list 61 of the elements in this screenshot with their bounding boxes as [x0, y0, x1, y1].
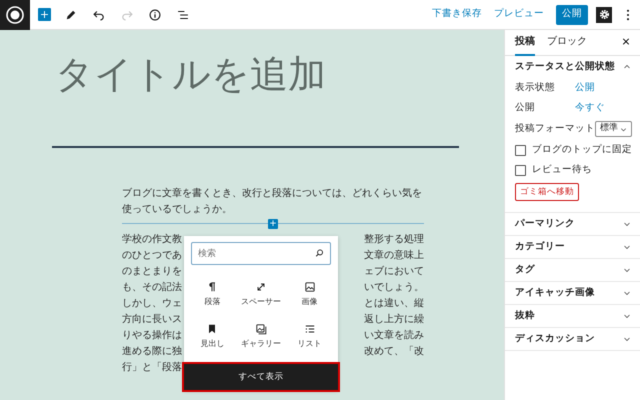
- gallery-icon: [254, 323, 267, 335]
- close-button[interactable]: ×: [618, 34, 634, 50]
- paragraph-text: 返し上方に繰: [364, 312, 424, 327]
- paragraph-text: のまとまりを: [122, 265, 182, 279]
- row-label: 表示状態: [515, 80, 556, 95]
- paragraph: ブログに文章を書くとき、改行と段落については、どれくらい気を使っているでしょうか。: [122, 186, 423, 217]
- paragraph-text: 改めて、「改: [364, 344, 424, 359]
- checkbox-label: レビュー待ち: [532, 162, 592, 177]
- value-link[interactable]: 公開: [575, 80, 595, 96]
- paragraph-text: い文章を読み: [364, 328, 424, 343]
- paragraph-text: とは違い、縦: [364, 296, 424, 311]
- title-placeholder[interactable]: タイトルを追加: [55, 50, 504, 116]
- block-item[interactable]: スペーサー: [236, 275, 286, 313]
- paragraph-text: 進める際に独: [122, 344, 182, 359]
- settings-icon[interactable]: [596, 6, 612, 22]
- link-button[interactable]: 下書き保存: [432, 7, 482, 22]
- link-button[interactable]: プレビュー: [494, 7, 544, 22]
- paragraph-text: も、その記法: [122, 280, 182, 295]
- value-link[interactable]: 今すぐ: [575, 100, 605, 116]
- checkbox[interactable]: [515, 144, 526, 156]
- paragraph-text: りやる操作は: [122, 329, 182, 343]
- paragraph-text: 整形する処理: [364, 233, 424, 247]
- browse-all-button[interactable]: すべて表示: [184, 364, 338, 390]
- block-item[interactable]: リスト: [285, 317, 334, 355]
- row-label: 公開: [515, 100, 536, 115]
- sidebar-tab[interactable]: 投稿: [515, 30, 535, 56]
- list-icon: [304, 323, 316, 335]
- trash-button[interactable]: ゴミ箱へ移動: [515, 183, 579, 201]
- add-block-button[interactable]: +: [38, 8, 51, 21]
- paragraph-text: しかし、ウェ: [122, 297, 182, 311]
- paragraph-text: 行」と「段落: [122, 360, 182, 375]
- block-item[interactable]: 見出し: [188, 317, 237, 355]
- paragraph-text: ェブにおいて: [364, 264, 424, 279]
- checkbox-label: ブログのトップに固定: [532, 142, 632, 157]
- panel-header[interactable]: 抜粋: [505, 305, 640, 327]
- panel-header[interactable]: ディスカッション: [505, 328, 640, 350]
- format-select[interactable]: 標準: [595, 121, 632, 137]
- block-item[interactable]: 画像: [285, 275, 334, 313]
- logo-icon[interactable]: [0, 0, 30, 30]
- row-label: 投稿フォーマット: [515, 122, 595, 136]
- sidebar-tab[interactable]: ブロック: [547, 30, 587, 56]
- paragraph-text: 文章の意味上: [364, 248, 424, 263]
- paragraph-text: 方向に長いス: [122, 312, 182, 327]
- block-item[interactable]: ギャラリー: [236, 317, 286, 355]
- info-icon[interactable]: [147, 6, 163, 22]
- double-arrow-icon: [254, 281, 267, 293]
- block-item[interactable]: 段落: [188, 275, 237, 313]
- publish-button[interactable]: 公開: [556, 4, 588, 24]
- panel-header[interactable]: タグ: [505, 259, 640, 281]
- panel-header[interactable]: ステータスと公開状態: [505, 56, 640, 78]
- panel-header[interactable]: パーマリンク: [505, 213, 640, 235]
- panel-header[interactable]: アイキャッチ画像: [505, 282, 640, 304]
- search-icon: [314, 248, 325, 259]
- search-field[interactable]: 検索: [191, 242, 331, 265]
- panel-header[interactable]: カテゴリー: [505, 236, 640, 258]
- insert-button[interactable]: +: [268, 219, 278, 229]
- paragraph-text: いでしょう。: [364, 281, 424, 295]
- paragraph-text: 学校の作文教: [122, 232, 182, 247]
- image-icon: [304, 281, 316, 293]
- paragraph-text: のひとつであ: [122, 249, 182, 263]
- checkbox[interactable]: [515, 164, 526, 176]
